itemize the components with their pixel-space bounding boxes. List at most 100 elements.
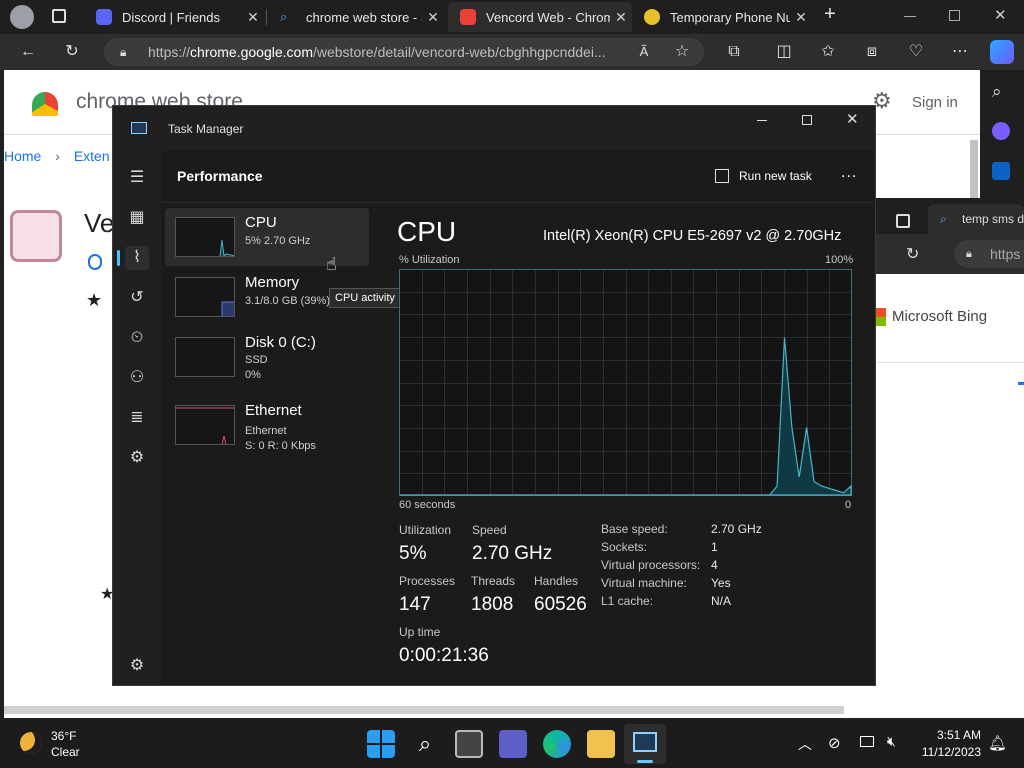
file-explorer-icon[interactable] — [587, 730, 615, 758]
cpu-utilization-graph — [399, 269, 852, 496]
show-hidden-icons-chevron[interactable]: ︿ — [798, 734, 812, 754]
refresh-icon[interactable]: ↻ — [60, 40, 84, 64]
restore-icon[interactable] — [949, 10, 960, 21]
task-manager-nav: ☰ ▦ ⌇ ↺ ⏲ ⚇ ≣ ⚙ ⚙ — [113, 150, 161, 685]
task-manager-titlebar[interactable]: Task Manager ✕ — [113, 106, 875, 150]
read-aloud-icon[interactable]: A᷈ — [632, 40, 656, 64]
url-path: /webstore/detail/vencord-web/cbghhgpcndd… — [312, 44, 606, 60]
teams-icon[interactable] — [499, 730, 527, 758]
breadcrumb-extensions[interactable]: Exten — [74, 148, 110, 164]
lock-icon: 🔒︎ — [966, 248, 972, 260]
close-icon[interactable]: ✕ — [846, 110, 859, 128]
settings-gear-icon[interactable]: ⚙ — [125, 654, 149, 678]
close-tab-icon[interactable]: ✕ — [790, 9, 812, 26]
close-window-icon[interactable]: ✕ — [994, 6, 1007, 24]
search-icon[interactable]: ⌕ — [992, 82, 1002, 102]
run-new-task-button[interactable]: Run new task — [715, 164, 812, 188]
memory-thumbnail — [175, 277, 235, 317]
more-options-button[interactable]: ... — [841, 164, 857, 182]
refresh-icon[interactable]: ↻ — [906, 244, 919, 264]
cpu-heading: CPU — [397, 216, 457, 247]
startup-apps-icon[interactable]: ⏲ — [125, 326, 149, 350]
extension-title: Ve — [84, 208, 115, 238]
cpu-thumbnail — [175, 217, 235, 257]
processes-icon[interactable]: ▦ — [125, 206, 149, 230]
tab-discord[interactable]: Discord | Friends ✕ — [84, 2, 264, 32]
network-disconnected-icon[interactable]: ⊘ — [828, 734, 841, 752]
spec-label: Virtual processors: — [601, 558, 701, 572]
search-icon[interactable]: ⌕ — [411, 730, 439, 758]
details-icon[interactable]: ≣ — [125, 406, 149, 430]
second-window-tab[interactable]: ⌕ temp sms d — [928, 204, 1024, 234]
close-tab-icon[interactable]: ✕ — [242, 9, 264, 26]
sign-in-link[interactable]: Sign in — [912, 94, 958, 111]
spec-label: Virtual machine: — [601, 576, 687, 590]
copilot-icon[interactable] — [990, 40, 1014, 64]
windows-taskbar: 36°F Clear ⌕ ︿ ⊘ 🔇︎ 3:51 AM 11/12/2023 🔔… — [0, 720, 1024, 768]
split-screen-icon[interactable]: ◫ — [772, 40, 796, 64]
clock-time[interactable]: 3:51 AM — [926, 728, 981, 742]
start-windows-icon[interactable] — [367, 730, 395, 758]
browser-essentials-icon[interactable]: ♡ — [904, 40, 928, 64]
extensions-icon[interactable]: ⧉ — [722, 40, 746, 64]
processes-value: 147 — [399, 594, 431, 615]
tab-chrome-web-store-search[interactable]: ⌕ chrome web store - Se ✕ — [268, 2, 444, 32]
more-menu-icon[interactable]: ⋯ — [948, 40, 972, 64]
tab-actions-icon[interactable] — [896, 214, 910, 228]
profile-icon[interactable] — [10, 5, 34, 29]
maximize-icon[interactable] — [802, 115, 812, 125]
hamburger-menu-icon[interactable]: ☰ — [125, 166, 149, 190]
minimize-icon[interactable] — [904, 16, 916, 17]
tile-cpu[interactable]: CPU 5% 2.70 GHz — [165, 208, 369, 266]
users-icon[interactable]: ⚇ — [125, 366, 149, 390]
new-tab-button[interactable]: + — [818, 3, 842, 29]
tab-vencord-web[interactable]: Vencord Web - Chrom ✕ — [448, 2, 632, 32]
volume-muted-icon[interactable]: 🔇︎ — [887, 733, 896, 750]
lock-icon: 🔒︎ — [120, 45, 127, 59]
breadcrumb: Home › Exten — [4, 148, 110, 164]
secondary-browser-window: ⌕ temp sms d ↻ 🔒︎ https Microsoft Bing — [876, 198, 1024, 718]
browser-tab-bar: Discord | Friends ✕ ⌕ chrome web store -… — [0, 0, 1024, 34]
tile-disk[interactable]: Disk 0 (C:) SSD 0% — [165, 328, 369, 386]
horizontal-scrollbar[interactable] — [4, 706, 844, 714]
services-icon[interactable]: ⚙ — [125, 446, 149, 470]
spec-value: 2.70 GHz — [711, 522, 762, 536]
close-tab-icon[interactable]: ✕ — [422, 9, 444, 26]
url-bar[interactable]: 🔒︎ https://chrome.google.com/webstore/de… — [104, 38, 704, 66]
tile-detail: 5% 2.70 GHz — [245, 235, 311, 247]
graph-y-label: % Utilization — [399, 254, 460, 266]
task-manager-taskbar-button[interactable] — [624, 724, 666, 764]
outlook-icon[interactable] — [992, 162, 1010, 180]
task-view-icon[interactable] — [455, 730, 483, 758]
url-bar[interactable]: 🔒︎ https — [954, 240, 1024, 268]
app-history-icon[interactable]: ↺ — [125, 286, 149, 310]
tab-actions-icon[interactable] — [52, 9, 66, 23]
tile-detail: 3.1/8.0 GB (39%) — [245, 295, 330, 307]
weather-description[interactable]: Clear — [51, 745, 80, 759]
collections-icon[interactable]: ⧈ — [860, 40, 884, 64]
tab-title: temp sms d — [962, 212, 1024, 226]
back-arrow-icon[interactable]: ← — [16, 40, 40, 64]
weather-temperature[interactable]: 36°F — [51, 729, 76, 743]
tile-ethernet[interactable]: Ethernet Ethernet S: 0 R: 0 Kbps — [165, 394, 369, 452]
display-icon[interactable] — [860, 736, 874, 747]
favorites-icon[interactable]: ✩ — [816, 40, 840, 64]
breadcrumb-home[interactable]: Home — [4, 148, 41, 164]
favorite-star-icon[interactable]: ☆ — [670, 40, 694, 64]
notification-bell-icon[interactable]: 🔔︎ — [988, 734, 1007, 752]
close-tab-icon[interactable]: ✕ — [610, 9, 632, 26]
tab-temporary-phone[interactable]: Temporary Phone Nun ✕ — [632, 2, 812, 32]
clock-date[interactable]: 11/12/2023 — [918, 745, 981, 759]
copilot-sidebar-icon[interactable] — [992, 122, 1010, 140]
edge-icon[interactable] — [543, 730, 571, 758]
weather-moon-icon[interactable] — [20, 732, 42, 754]
utilization-label: Utilization — [399, 523, 452, 537]
spec-label: L1 cache: — [601, 594, 654, 608]
performance-icon[interactable]: ⌇ — [125, 246, 149, 270]
minimize-icon[interactable] — [757, 120, 767, 121]
page-scrollbar[interactable] — [970, 140, 978, 200]
hand-cursor-icon: ☝ — [326, 254, 337, 274]
verified-badge-icon — [88, 254, 102, 270]
speed-value: 2.70 GHz — [472, 543, 553, 564]
tile-detail: SSD — [245, 354, 268, 366]
